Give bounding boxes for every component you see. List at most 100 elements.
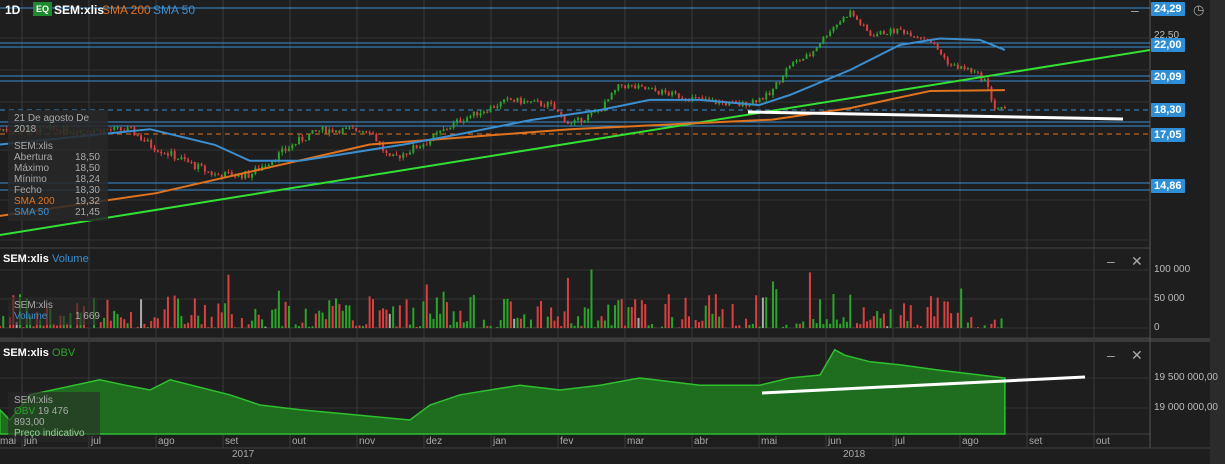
candle-body (812, 51, 815, 56)
volume-bar (570, 323, 573, 328)
month-label: out (292, 436, 306, 447)
volume-legend-label: Volume (14, 311, 48, 322)
candle-body (187, 159, 190, 163)
candle-body (694, 97, 697, 99)
volume-bar (738, 325, 741, 328)
tooltip-row-value: 21,45 (74, 207, 100, 218)
candle-body (536, 100, 539, 102)
sma50-label[interactable]: SMA 50 (153, 3, 195, 17)
candle-body (341, 128, 344, 134)
month-label: jul (91, 436, 102, 447)
obv-area (0, 348, 1006, 435)
year-label: 2017 (232, 449, 255, 460)
volume-bar (180, 316, 183, 328)
volume-pane-symbol: SEM:xlis (3, 253, 49, 265)
volume-bar (271, 309, 274, 328)
volume-bar (331, 305, 334, 328)
volume-bar (22, 327, 25, 328)
volume-bar (909, 305, 912, 328)
volume-bar (506, 298, 509, 328)
symbol-label[interactable]: SEM:xlis (54, 3, 104, 17)
month-label: mai (761, 436, 778, 447)
scrollbar (1210, 0, 1225, 464)
volume-bar (466, 321, 469, 328)
volume-bar (583, 307, 586, 328)
candle-body (698, 97, 701, 99)
candle-body (405, 153, 408, 155)
volume-bar (966, 322, 969, 328)
volume-bar (311, 326, 314, 328)
volume-bar (150, 321, 153, 328)
candle-body (570, 123, 573, 125)
volume-minimize-button[interactable]: – (1107, 253, 1115, 269)
volume-bar (634, 299, 637, 328)
candle-body (180, 157, 183, 160)
obv-close-button[interactable]: ✕ (1131, 347, 1143, 364)
volume-bar (550, 307, 553, 328)
price-tag: 22,00 (1151, 38, 1185, 52)
obv-pane-indicator[interactable]: OBV (52, 347, 75, 359)
obv-legend-symbol: SEM:xlis (14, 395, 53, 406)
candle-body (916, 36, 919, 38)
candle-body (361, 131, 364, 133)
volume-bar (684, 297, 687, 328)
volume-bar (815, 323, 818, 328)
candle-body (173, 151, 176, 160)
volume-axis-label: 0 (1154, 322, 1160, 333)
candle-body (825, 36, 828, 38)
sma200-label[interactable]: SMA 200 (102, 3, 151, 17)
candle-body (439, 131, 442, 133)
volume-bar (563, 311, 566, 328)
volume-bar (593, 327, 596, 328)
obv-legend: SEM:xlis OBV 19 476 893,00 Preço indicat… (8, 392, 100, 442)
volume-close-button[interactable]: ✕ (1131, 253, 1143, 270)
candle-body (442, 129, 445, 132)
volume-bar (795, 323, 798, 328)
clock-icon[interactable]: ◷ (1193, 2, 1204, 18)
candle-body (963, 66, 966, 69)
volume-bar (106, 299, 109, 328)
volume-bar (765, 297, 768, 328)
volume-bar (361, 326, 364, 328)
candle-body (765, 92, 768, 100)
volume-bar (395, 326, 398, 328)
candle-body (469, 115, 472, 118)
volume-bar (257, 314, 260, 328)
candle-body (644, 86, 647, 90)
volume-bar (301, 322, 304, 328)
candle-body (324, 126, 327, 134)
volume-bar (234, 327, 237, 328)
volume-bar (284, 301, 287, 328)
candle-body (462, 121, 465, 123)
volume-bar (553, 320, 556, 328)
candle-body (126, 127, 129, 131)
candle-body (983, 78, 986, 81)
volume-bar (644, 304, 647, 328)
candle-body (761, 98, 764, 100)
volume-bar (718, 316, 721, 328)
volume-bar (785, 324, 788, 328)
volume-bar (640, 300, 643, 328)
volume-bar (321, 312, 324, 328)
tooltip-row-label: SMA 200 (14, 196, 55, 207)
candle-body (624, 85, 627, 89)
volume-bar (224, 303, 227, 328)
volume-bar (247, 324, 250, 328)
candle-body (859, 19, 862, 25)
volume-bar (956, 312, 959, 328)
month-label: nov (359, 436, 376, 447)
candle-body (200, 163, 203, 166)
price-chart[interactable] (0, 0, 1225, 464)
price-pane-minimize-button[interactable]: – (1131, 2, 1139, 18)
obv-minimize-button[interactable]: – (1107, 347, 1115, 363)
candle-body (217, 174, 220, 176)
volume-bar (281, 326, 284, 328)
volume-bar (348, 305, 351, 328)
interval-label[interactable]: 1D (5, 3, 20, 17)
tooltip-row: Máximo 18,50 (14, 163, 100, 174)
candle-body (449, 127, 452, 130)
volume-bar (250, 320, 253, 328)
volume-pane-indicator[interactable]: Volume (52, 253, 89, 265)
month-label: mai (0, 436, 17, 447)
month-label: jul (895, 436, 906, 447)
